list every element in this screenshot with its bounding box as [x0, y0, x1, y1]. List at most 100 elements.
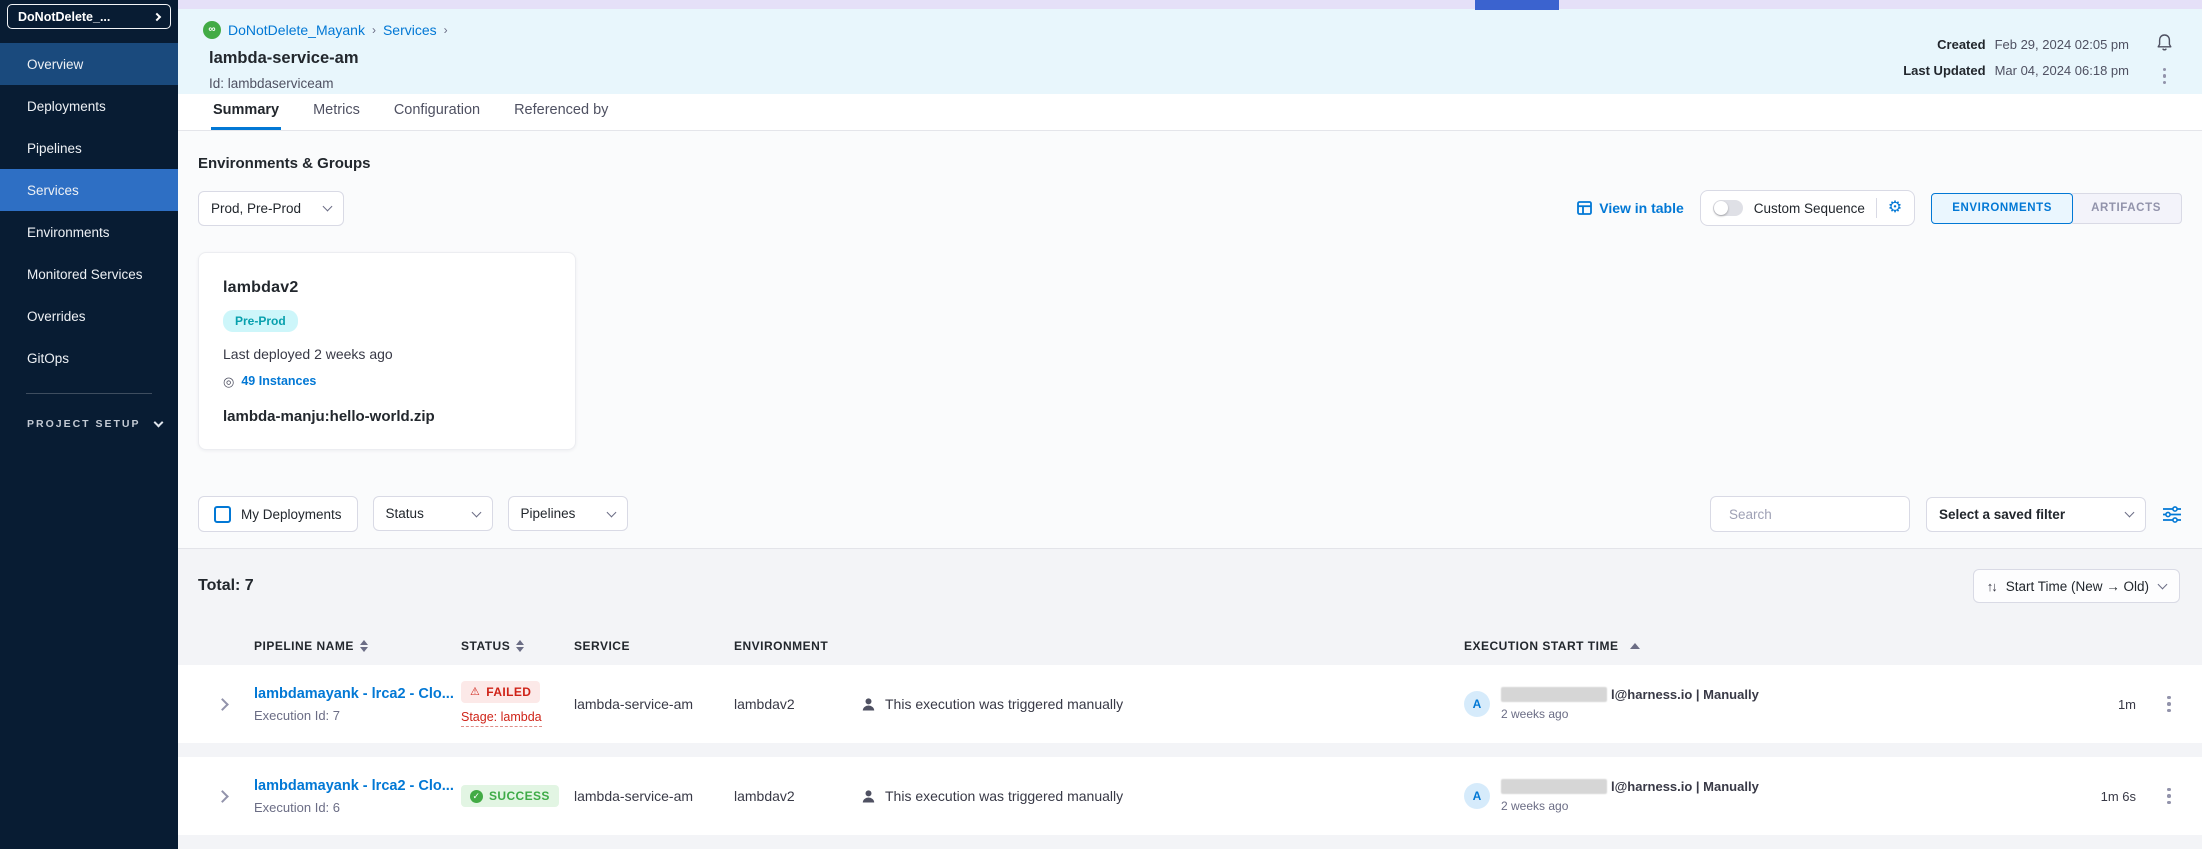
execution-id: Execution Id: 6: [254, 800, 461, 815]
header-kebab-menu[interactable]: [2160, 65, 2170, 88]
environment-type-select[interactable]: Prod, Pre-Prod: [198, 191, 344, 226]
environments-controls: Prod, Pre-Prod View in table: [198, 190, 2182, 226]
custom-sequence-toggle[interactable]: [1713, 200, 1743, 216]
page: DoNotDelete_... Overview Deployments Pip…: [0, 0, 2202, 849]
service-meta: Created Feb 29, 2024 02:05 pm Last Updat…: [1903, 31, 2129, 94]
created-label: Created: [1903, 37, 1985, 52]
user-avatar[interactable]: A: [1464, 691, 1490, 717]
tab-configuration[interactable]: Configuration: [392, 94, 482, 130]
row-expander-icon[interactable]: [216, 790, 229, 803]
sidebar-item-overview[interactable]: Overview: [0, 43, 178, 85]
instances-link[interactable]: 49 Instances: [241, 374, 316, 388]
environment-name: lambdav2: [223, 279, 551, 297]
sidebar-item-overrides[interactable]: Overrides: [0, 295, 178, 337]
col-environment: ENVIRONMENT: [734, 639, 861, 653]
breadcrumb-services-link[interactable]: Services: [383, 22, 437, 38]
breadcrumb: ∞ DoNotDelete_Mayank › Services ›: [203, 21, 448, 39]
deployments-section: Total: 7 ↑↓ Start Time (New → Old) PIPEL…: [178, 548, 2202, 849]
environments-heading: Environments & Groups: [198, 155, 2182, 172]
col-execution-start-time: EXECUTION START TIME: [1464, 639, 2056, 653]
project-selector[interactable]: DoNotDelete_...: [7, 4, 171, 29]
status-badge-failed: ⚠ FAILED: [461, 681, 540, 703]
tab-metrics[interactable]: Metrics: [311, 94, 362, 130]
service-id: Id: lambdaserviceam: [209, 76, 448, 91]
chevron-down-icon: [153, 417, 163, 427]
failed-stage-link[interactable]: Stage: lambda: [461, 710, 542, 727]
table-icon: [1577, 201, 1592, 215]
filter-settings-icon[interactable]: [2162, 506, 2182, 523]
total-count: Total: 7: [198, 577, 254, 595]
chevron-down-icon: [2158, 580, 2168, 590]
execution-row[interactable]: lambdamayank - lrca2 - Clo... Execution …: [178, 757, 2202, 835]
chevron-down-icon: [606, 507, 616, 517]
user-avatar[interactable]: A: [1464, 783, 1490, 809]
sidebar-item-monitored-services[interactable]: Monitored Services: [0, 253, 178, 295]
pipelines-filter-select[interactable]: Pipelines: [508, 496, 628, 531]
chevron-right-icon: [153, 12, 161, 20]
created-value: Feb 29, 2024 02:05 pm: [1995, 37, 2129, 52]
last-updated-label: Last Updated: [1903, 63, 1985, 78]
my-deployments-checkbox[interactable]: [214, 506, 231, 523]
environment-card[interactable]: lambdav2 Pre-Prod Last deployed 2 weeks …: [198, 252, 576, 450]
breadcrumb-separator: ›: [444, 23, 448, 37]
segment-artifacts[interactable]: ARTIFACTS: [2070, 193, 2182, 224]
tab-summary[interactable]: Summary: [211, 94, 281, 130]
environments-controls-right: View in table Custom Sequence ⚙ ENVIRONM…: [1577, 190, 2182, 226]
last-deployed-text: Last deployed 2 weeks ago: [223, 346, 551, 362]
sidebar-item-gitops[interactable]: GitOps: [0, 337, 178, 379]
search-input[interactable]: [1729, 507, 1906, 522]
deployments-topbar: Total: 7 ↑↓ Start Time (New → Old): [178, 569, 2202, 603]
instances-icon: ◎: [223, 375, 234, 388]
filter-right: Select a saved filter: [1710, 496, 2182, 532]
row-kebab-menu[interactable]: [2164, 693, 2174, 716]
sort-asc-icon[interactable]: [1630, 643, 1640, 649]
execution-start-cell: A l@harness.io | Manually 2 weeks ago: [1464, 687, 2056, 721]
redacted-username: [1501, 687, 1607, 702]
project-selector-label: DoNotDelete_...: [18, 10, 110, 24]
triggered-by: l@harness.io | Manually: [1501, 687, 1759, 702]
my-deployments-filter[interactable]: My Deployments: [198, 496, 358, 532]
environment-cell: lambdav2: [734, 696, 861, 712]
segment-environments[interactable]: ENVIRONMENTS: [1931, 193, 2073, 224]
environments-section: Environments & Groups Prod, Pre-Prod: [178, 131, 2202, 532]
pipeline-link[interactable]: lambdamayank - lrca2 - Clo...: [254, 778, 461, 794]
pipeline-link[interactable]: lambdamayank - lrca2 - Clo...: [254, 686, 461, 702]
execution-start-cell: A l@harness.io | Manually 2 weeks ago: [1464, 779, 2056, 813]
breadcrumb-project-link[interactable]: DoNotDelete_Mayank: [228, 22, 365, 38]
sidebar-item-pipelines[interactable]: Pipelines: [0, 127, 178, 169]
harness-cd-module-icon: ∞: [203, 21, 221, 39]
duration: 1m 6s: [2056, 789, 2136, 804]
status-filter-select[interactable]: Status: [373, 496, 493, 531]
environment-type-badge: Pre-Prod: [223, 310, 298, 332]
execution-row[interactable]: lambdamayank - lrca2 - Clo... Execution …: [178, 665, 2202, 743]
filter-left: My Deployments Status Pipelines: [198, 496, 628, 532]
breadcrumb-separator: ›: [372, 23, 376, 37]
custom-sequence-label: Custom Sequence: [1754, 201, 1865, 216]
sidebar-item-deployments[interactable]: Deployments: [0, 85, 178, 127]
sort-icon[interactable]: [360, 640, 368, 652]
content: Environments & Groups Prod, Pre-Prod: [178, 131, 2202, 849]
gear-icon[interactable]: ⚙: [1888, 200, 1902, 216]
tab-referenced-by[interactable]: Referenced by: [512, 94, 610, 130]
table-header-row: PIPELINE NAME STATUS SERVICE ENVIRONMENT…: [178, 639, 2202, 653]
sidebar: DoNotDelete_... Overview Deployments Pip…: [0, 0, 178, 849]
sidebar-item-environments[interactable]: Environments: [0, 211, 178, 253]
saved-filter-select[interactable]: Select a saved filter: [1926, 497, 2146, 532]
environment-cell: lambdav2: [734, 788, 861, 804]
sort-icon[interactable]: [516, 640, 524, 652]
sidebar-item-services[interactable]: Services: [0, 169, 178, 211]
sidebar-project-setup[interactable]: PROJECT SETUP: [0, 404, 178, 444]
notification-bell-icon[interactable]: [2155, 33, 2174, 53]
chevron-down-icon: [2125, 508, 2135, 518]
last-updated-value: Mar 04, 2024 06:18 pm: [1995, 63, 2129, 78]
sort-order-select[interactable]: ↑↓ Start Time (New → Old): [1973, 569, 2180, 603]
instances-row: ◎ 49 Instances: [223, 374, 551, 388]
top-nav-strip: [178, 0, 2202, 9]
row-expander-icon[interactable]: [216, 698, 229, 711]
execution-id: Execution Id: 7: [254, 708, 461, 723]
custom-sequence-control: Custom Sequence ⚙: [1700, 190, 1915, 226]
view-in-table-button[interactable]: View in table: [1577, 200, 1684, 216]
col-service: SERVICE: [574, 639, 734, 653]
row-kebab-menu[interactable]: [2164, 785, 2174, 808]
main-area: ∞ DoNotDelete_Mayank › Services › lambda…: [178, 0, 2202, 849]
